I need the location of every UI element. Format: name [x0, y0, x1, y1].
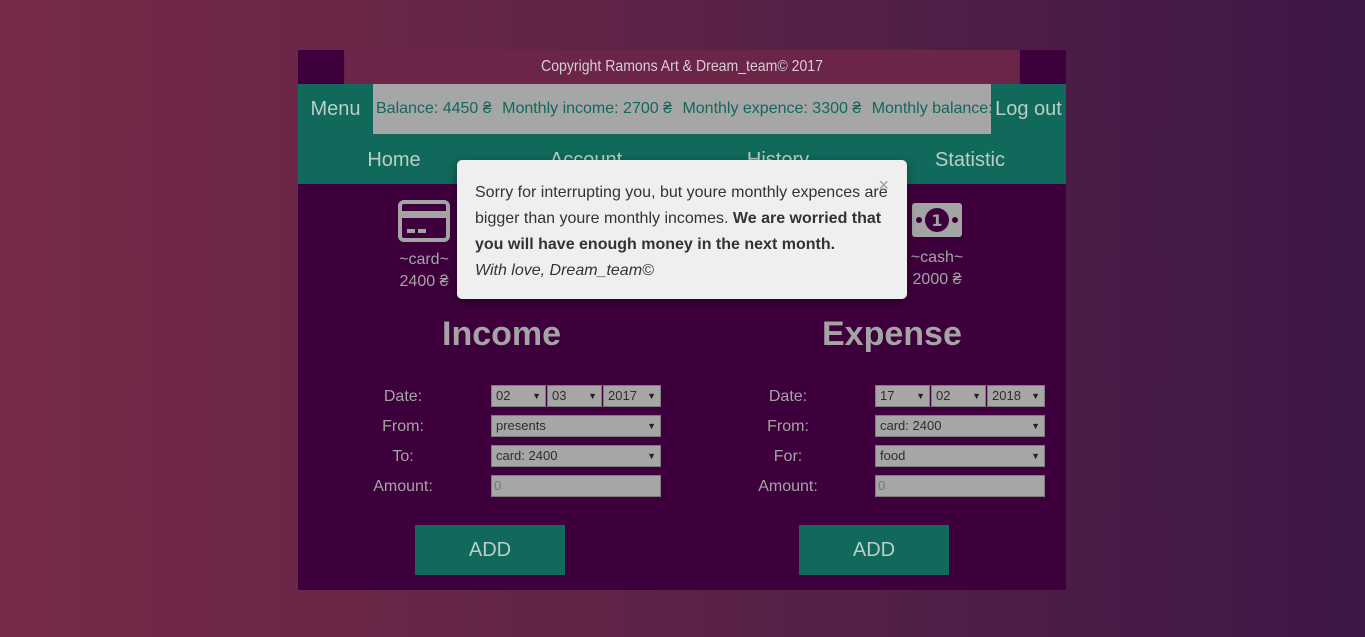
income-from-value: presents [496, 418, 546, 433]
expense-for-select[interactable]: food ▼ [875, 445, 1045, 467]
wallet-card-amount: 2400 ₴ [399, 273, 449, 290]
chevron-down-icon: ▼ [1031, 421, 1040, 431]
income-date-year-select[interactable]: 2017 ▼ [603, 385, 661, 407]
expense-add-button[interactable]: ADD [799, 525, 949, 575]
expense-from-value: card: 2400 [880, 418, 942, 433]
income-from-select[interactable]: presents ▼ [491, 415, 661, 437]
chevron-down-icon: ▼ [972, 391, 981, 401]
wallet-cash-amount: 2000 ₴ [912, 271, 962, 288]
logout-button[interactable]: Log out [991, 84, 1066, 134]
income-amount-input[interactable]: 0 [491, 475, 661, 497]
modal-signature: With love, Dream_team© [475, 258, 889, 284]
expense-from-select[interactable]: card: 2400 ▼ [875, 415, 1045, 437]
income-date-month-value: 03 [552, 388, 567, 403]
chevron-down-icon: ▼ [532, 391, 541, 401]
chevron-down-icon: ▼ [1031, 451, 1040, 461]
expense-from-label: From: [767, 418, 809, 435]
wallet-cash-label: ~cash~ [910, 249, 964, 266]
expense-date-day-value: 17 [880, 388, 895, 403]
expense-for-value: food [880, 448, 906, 463]
expense-for-label: For: [773, 448, 803, 465]
app-panel: Copyright Ramons Art & Dream_team© 2017 … [298, 50, 1066, 590]
income-date-year-value: 2017 [608, 388, 637, 403]
income-date-day-select[interactable]: 02 ▼ [491, 385, 546, 407]
income-to-select[interactable]: card: 2400 ▼ [491, 445, 661, 467]
monthly-expence-value: Monthly expence: 3300 ₴ [682, 100, 862, 117]
expense-date-month-select[interactable]: 02 ▼ [931, 385, 986, 407]
expense-date-day-select[interactable]: 17 ▼ [875, 385, 930, 407]
close-icon[interactable]: × [878, 172, 889, 198]
expense-date-month-value: 02 [936, 388, 951, 403]
wallet-cash[interactable]: 1 ~cash~ 2000 ₴ [897, 200, 977, 289]
wallet-card-label: ~card~ [399, 251, 449, 268]
balance-value: Balance: 4450 ₴ [376, 100, 492, 117]
expense-amount-input[interactable]: 0 [875, 475, 1045, 497]
income-amount-label: Amount: [373, 478, 433, 495]
chevron-down-icon: ▼ [647, 421, 656, 431]
balance-ticker: Balance: 4450 ₴ Monthly income: 2700 ₴ M… [373, 84, 991, 134]
income-date-label: Date: [383, 388, 423, 405]
svg-text:1: 1 [931, 211, 942, 230]
monthly-balance-value: Monthly balance: -600 ₴ [871, 100, 991, 117]
chevron-down-icon: ▼ [916, 391, 925, 401]
menu-button[interactable]: Menu [298, 84, 373, 134]
expense-amount-label: Amount: [758, 478, 818, 495]
income-date-day-value: 02 [496, 388, 511, 403]
monthly-income-value: Monthly income: 2700 ₴ [502, 100, 672, 117]
expense-title: Expense [822, 315, 962, 353]
chevron-down-icon: ▼ [647, 451, 656, 461]
chevron-down-icon: ▼ [647, 391, 656, 401]
expense-date-year-value: 2018 [992, 388, 1021, 403]
copyright-bar: Copyright Ramons Art & Dream_team© 2017 [344, 50, 1020, 84]
credit-card-icon [398, 200, 450, 242]
income-title: Income [442, 315, 562, 353]
income-from-label: From: [382, 418, 424, 435]
modal-signature-text: With love, Dream_team© [475, 262, 654, 279]
modal-message: Sorry for interrupting you, but youre mo… [475, 180, 889, 258]
expense-date-year-select[interactable]: 2018 ▼ [987, 385, 1045, 407]
wallet-card[interactable]: ~card~ 2400 ₴ [384, 200, 464, 291]
income-add-button[interactable]: ADD [415, 525, 565, 575]
top-bar: Menu Balance: 4450 ₴ Monthly income: 270… [298, 84, 1066, 134]
chevron-down-icon: ▼ [1031, 391, 1040, 401]
warning-modal: × Sorry for interrupting you, but youre … [457, 160, 907, 299]
income-to-value: card: 2400 [496, 448, 558, 463]
income-date-month-select[interactable]: 03 ▼ [547, 385, 602, 407]
banknote-icon: 1 [912, 203, 962, 237]
chevron-down-icon: ▼ [588, 391, 597, 401]
income-to-label: To: [392, 448, 414, 465]
expense-date-label: Date: [768, 388, 808, 405]
